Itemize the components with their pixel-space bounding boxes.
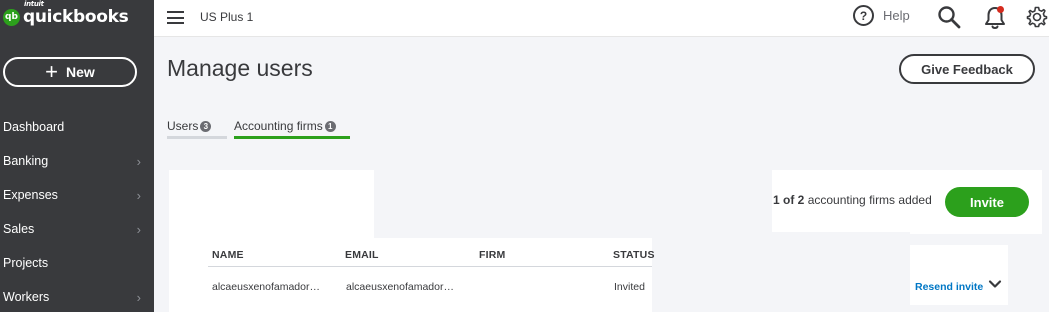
column-header-firm[interactable]: FIRM (479, 249, 505, 261)
table-header-divider (208, 266, 652, 267)
sidebar-item-label: Projects (3, 256, 49, 270)
column-header-email[interactable]: EMAIL (345, 249, 379, 261)
top-bar: US Plus 1 ? Help (154, 0, 1049, 37)
sidebar-item-banking[interactable]: Banking › (0, 144, 154, 178)
sidebar-item-sales[interactable]: Sales › (0, 212, 154, 246)
content-panel (910, 232, 1042, 234)
resend-invite-link[interactable]: Resend invite (915, 281, 983, 293)
quickbooks-wordmark: quickbooks (23, 7, 129, 27)
bell-icon[interactable] (983, 5, 1007, 31)
chevron-right-icon: › (136, 289, 141, 305)
intuit-wordmark: intuit (24, 0, 44, 8)
notification-dot (997, 6, 1004, 13)
search-icon[interactable] (937, 5, 961, 29)
help-button[interactable]: ? Help (853, 5, 910, 26)
firms-count-value: 1 of 2 (773, 193, 805, 207)
new-button[interactable]: + New (3, 57, 137, 87)
cell-name: alcaeusxenofamador… (212, 281, 320, 293)
chevron-right-icon: › (136, 187, 141, 203)
company-name: US Plus 1 (200, 10, 254, 24)
gear-icon[interactable] (1025, 5, 1049, 29)
help-label: Help (883, 8, 910, 23)
sidebar-item-projects[interactable]: Projects (0, 246, 154, 280)
sidebar-item-label: Workers (3, 290, 50, 304)
new-button-label: New (66, 64, 95, 80)
plus-icon: + (45, 59, 59, 84)
tab-label: Users (167, 119, 199, 133)
cell-status: Invited (614, 281, 645, 293)
help-icon: ? (853, 5, 874, 26)
invite-button[interactable]: Invite (945, 187, 1029, 217)
content-panel (910, 245, 1008, 305)
sidebar-item-expenses[interactable]: Expenses › (0, 178, 154, 212)
quickbooks-logo[interactable]: qb intuit quickbooks (3, 0, 129, 28)
sidebar-nav: Dashboard Banking › Expenses › Sales › P… (0, 110, 154, 312)
menu-icon[interactable] (167, 11, 184, 24)
cell-email: alcaeusxenofamador… (346, 281, 454, 293)
quickbooks-logo-icon: qb (3, 8, 20, 26)
give-feedback-button[interactable]: Give Feedback (899, 54, 1035, 84)
page-title: Manage users (167, 55, 313, 81)
firms-count-label: accounting firms added (807, 193, 932, 207)
sidebar-item-dashboard[interactable]: Dashboard (0, 110, 154, 144)
chevron-right-icon: › (136, 153, 141, 169)
firms-count-text: 1 of 2 accounting firms added (773, 193, 932, 207)
sidebar-item-label: Expenses (3, 188, 58, 202)
tab-accounting-firms[interactable]: Accounting firms 1 (234, 119, 336, 133)
sidebar: qb intuit quickbooks + New Dashboard Ban… (0, 0, 154, 312)
tab-label: Accounting firms (234, 119, 323, 133)
table-panel (200, 238, 652, 312)
tab-underline-inactive (167, 136, 227, 139)
sidebar-item-label: Sales (3, 222, 35, 236)
sidebar-item-workers[interactable]: Workers › (0, 280, 154, 312)
sidebar-item-label: Banking (3, 154, 49, 168)
tab-underline-active (234, 136, 350, 139)
column-header-name[interactable]: NAME (212, 249, 244, 261)
chevron-right-icon: › (136, 221, 141, 237)
count-badge: 1 (324, 120, 336, 132)
chevron-down-icon[interactable] (988, 277, 1002, 291)
sidebar-item-label: Dashboard (3, 120, 65, 134)
column-header-status[interactable]: STATUS (613, 249, 655, 261)
tab-users[interactable]: Users 3 (167, 119, 212, 133)
count-badge: 3 (200, 120, 212, 132)
